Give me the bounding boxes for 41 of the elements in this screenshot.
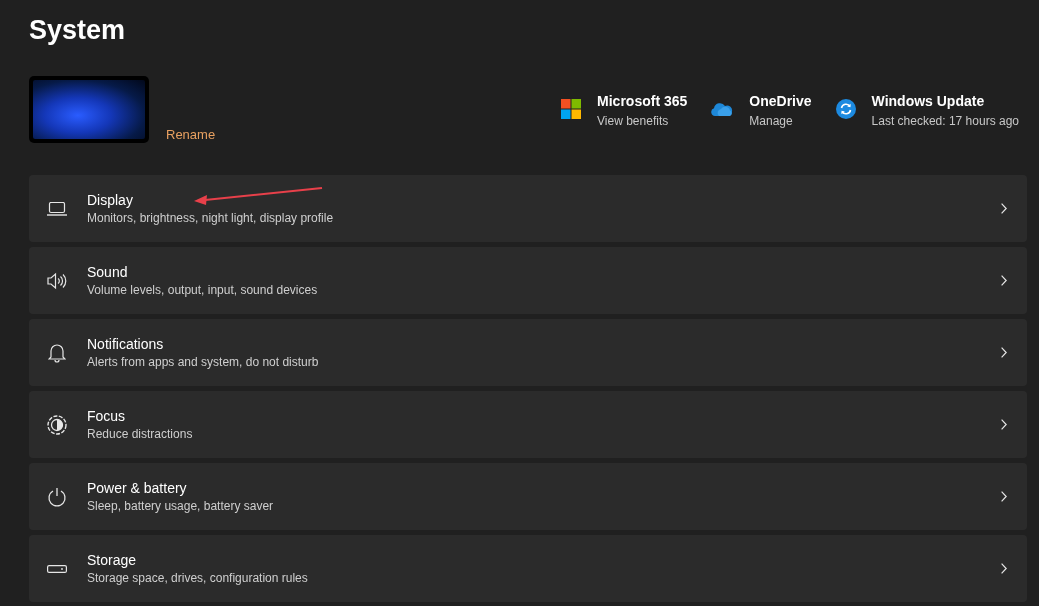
refresh-icon bbox=[835, 99, 856, 119]
speaker-icon bbox=[47, 271, 67, 290]
chevron-icon bbox=[1001, 419, 1007, 430]
page-title: System bbox=[29, 14, 127, 47]
setting-description: Volume levels, output, input, sound devices bbox=[87, 281, 318, 299]
setting-title: Display bbox=[87, 190, 133, 210]
setting-title: Power & battery bbox=[87, 478, 187, 498]
setting-title: Notifications bbox=[87, 334, 164, 354]
setting-description: Storage space, drives, configuration rules bbox=[87, 569, 308, 587]
quick-link-subtitle[interactable]: Manage bbox=[749, 112, 793, 130]
chevron-icon bbox=[1001, 563, 1007, 574]
quick-link-subtitle[interactable]: View benefits bbox=[597, 112, 669, 130]
setting-description: Reduce distractions bbox=[87, 425, 193, 443]
setting-description: Alerts from apps and system, do not disturb bbox=[87, 353, 319, 371]
settings-card[interactable]: Sound Volume levels, output, input, sound devices bbox=[29, 247, 1027, 314]
settings-card[interactable]: Storage Storage space, drives, configuration rules bbox=[29, 535, 1027, 602]
settings-card[interactable]: Power & battery Sleep, battery usage, battery saver bbox=[29, 463, 1027, 530]
cloud-icon bbox=[711, 102, 734, 116]
quick-link-title[interactable]: Microsoft 365 bbox=[597, 92, 688, 110]
settings-card[interactable]: Display Monitors, brightness, night light, display profile bbox=[29, 175, 1027, 242]
chevron-icon bbox=[1001, 203, 1007, 214]
chevron-icon bbox=[1001, 491, 1007, 502]
chevron-icon bbox=[1001, 275, 1007, 286]
settings-card[interactable]: Focus Reduce distractions bbox=[29, 391, 1027, 458]
quick-link-title[interactable]: Windows Update bbox=[871, 92, 985, 110]
quick-link-title[interactable]: OneDrive bbox=[749, 92, 812, 110]
settings-card[interactable]: Notifications Alerts from apps and system, do not disturb bbox=[29, 319, 1027, 386]
setting-title: Storage bbox=[87, 550, 137, 570]
setting-title: Focus bbox=[87, 406, 126, 426]
laptop-icon bbox=[47, 201, 67, 216]
power-icon bbox=[47, 486, 67, 507]
drive-icon bbox=[47, 564, 67, 573]
chevron-icon bbox=[1001, 347, 1007, 358]
setting-title: Sound bbox=[87, 262, 128, 282]
setting-description: Monitors, brightness, night light, display profile bbox=[87, 209, 334, 227]
setting-description: Sleep, battery usage, battery saver bbox=[87, 497, 274, 515]
quick-link-subtitle[interactable]: Last checked: 17 hours ago bbox=[871, 112, 1019, 130]
four-squares-icon bbox=[561, 99, 582, 119]
rename-link[interactable]: Rename bbox=[166, 127, 216, 142]
focus-icon bbox=[47, 414, 67, 435]
bell-icon bbox=[48, 342, 66, 363]
